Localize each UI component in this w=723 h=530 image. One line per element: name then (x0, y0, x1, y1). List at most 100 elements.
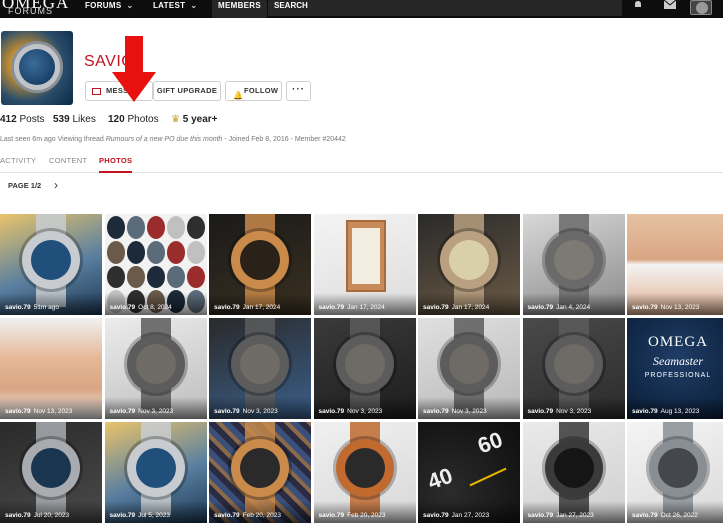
search-input[interactable]: SEARCH (268, 0, 622, 16)
photo-tile[interactable]: savio.79 Nov 3, 2023 (313, 318, 416, 419)
photo-tile[interactable]: savio.79 Jan 17, 2024 (209, 214, 311, 315)
photo-tile[interactable]: 60 40 savio.79 Jan 27, 2023 (418, 422, 520, 523)
photo-caption: savio.79 Nov 13, 2023 (632, 304, 699, 311)
follow-button[interactable]: 🔔 FOLLOW (225, 81, 282, 101)
follow-label: FOLLOW (244, 86, 279, 95)
mail-icon (92, 88, 101, 95)
nav-members[interactable]: MEMBERS (212, 0, 267, 18)
nav-forums[interactable]: FORUMS ⌄ (85, 0, 133, 18)
watermark-omega: OMEGA (648, 334, 708, 350)
photo-caption: savio.79 Jul 20, 2023 (5, 512, 69, 519)
photo-caption: savio.79 Nov 3, 2023 (110, 408, 174, 415)
photo-date: Jan 17, 2024 (347, 304, 385, 311)
photo-user[interactable]: savio.79 (110, 304, 136, 311)
photo-tile[interactable]: savio.79 Jan 4, 2024 (522, 214, 625, 315)
photo-user[interactable]: savio.79 (423, 408, 449, 415)
photo-caption: savio.79 Nov 3, 2023 (528, 408, 592, 415)
photo-user[interactable]: savio.79 (528, 512, 554, 519)
photo-date: Jan 27, 2023 (451, 512, 490, 519)
photo-user[interactable]: savio.79 (632, 408, 658, 415)
user-avatar[interactable] (690, 0, 712, 15)
photo-user[interactable]: savio.79 (528, 304, 554, 311)
tenure-stat: ♛ 5 year+ (171, 114, 218, 125)
photo-date: Nov 3, 2023 (451, 408, 487, 415)
photo-tile[interactable]: savio.79 Jan 17, 2024 (313, 214, 416, 315)
photo-tile[interactable]: savio.79 Nov 13, 2023 (627, 214, 723, 315)
photo-user[interactable]: savio.79 (110, 512, 136, 519)
photo-tile[interactable]: savio.79 Nov 3, 2023 (418, 318, 520, 419)
mail-icon[interactable] (664, 0, 676, 9)
nav-latest[interactable]: LATEST ⌄ (153, 0, 197, 18)
posts-count: 412 (0, 114, 17, 125)
photos-stat[interactable]: 120 Photos (108, 114, 159, 125)
likes-count: 539 (53, 114, 70, 125)
photo-user[interactable]: savio.79 (528, 408, 554, 415)
photo-tile[interactable]: savio.79 Feb 20, 2023 (209, 422, 311, 523)
photo-user[interactable]: savio.79 (319, 304, 345, 311)
photo-user[interactable]: savio.79 (5, 304, 31, 311)
annotation-arrow-icon (112, 36, 156, 102)
photo-user[interactable]: savio.79 (5, 512, 31, 519)
photo-date: Nov 13, 2023 (33, 408, 73, 415)
photo-user[interactable]: savio.79 (632, 512, 658, 519)
photo-tile[interactable]: savio.79 Feb 20, 2023 (313, 422, 416, 523)
photo-caption: savio.79 Jan 17, 2024 (214, 304, 280, 311)
photo-user[interactable]: savio.79 (319, 512, 345, 519)
photo-date: Oct 26, 2022 (660, 512, 698, 519)
photo-caption: savio.79 Aug 13, 2023 (632, 408, 699, 415)
photo-tile[interactable]: savio.79 Jan 27, 2023 (522, 422, 625, 523)
photo-user[interactable]: savio.79 (214, 304, 240, 311)
tab-photos[interactable]: PHOTOS (99, 155, 133, 173)
last-seen-thread-link[interactable]: Rumours of a new PO due this month (106, 136, 223, 143)
photo-date: Jul 5, 2023 (138, 512, 170, 519)
photo-user[interactable]: savio.79 (214, 408, 240, 415)
photos-label: Photos (127, 114, 159, 125)
tab-content[interactable]: CONTENT (49, 155, 87, 167)
photo-user[interactable]: savio.79 (110, 408, 136, 415)
photo-date: Nov 3, 2023 (556, 408, 592, 415)
trophy-icon: ♛ (171, 114, 180, 125)
photo-date: Feb 20, 2023 (347, 512, 386, 519)
photo-user[interactable]: savio.79 (5, 408, 31, 415)
photo-date: Nov 3, 2023 (138, 408, 174, 415)
tab-activity[interactable]: ACTIVITY (0, 155, 36, 167)
photo-tile[interactable]: savio.79 Nov 3, 2023 (522, 318, 625, 419)
photo-tile[interactable]: savio.79 Jul 20, 2023 (0, 422, 102, 523)
photo-caption: savio.79 Nov 13, 2023 (5, 408, 72, 415)
photo-caption: savio.79 Jan 17, 2024 (319, 304, 385, 311)
photo-tile[interactable]: savio.79 51m ago (0, 214, 102, 315)
photo-caption: savio.79 Feb 20, 2023 (319, 512, 386, 519)
bell-icon: 🔔 (233, 91, 244, 100)
likes-label: Likes (72, 114, 96, 125)
chevron-right-icon[interactable]: › (54, 178, 58, 192)
logo-subtext: FORUMS (8, 6, 53, 16)
photo-user[interactable]: savio.79 (319, 408, 345, 415)
photo-tile[interactable]: savio.79 Jul 5, 2023 (104, 422, 207, 523)
photo-caption: savio.79 Jan 4, 2024 (528, 304, 591, 311)
profile-avatar[interactable] (1, 31, 73, 105)
photo-tile[interactable]: savio.79 Nov 13, 2023 (0, 318, 102, 419)
photo-tile[interactable]: savio.79 Nov 3, 2023 (209, 318, 311, 419)
photo-tile[interactable]: OMEGA Seamaster PROFESSIONAL savio.79 Aug 13… (627, 318, 723, 419)
bell-icon[interactable] (633, 0, 643, 10)
posts-stat[interactable]: 412 Posts (0, 114, 44, 125)
photo-user[interactable]: savio.79 (423, 512, 449, 519)
more-options-button[interactable]: ··· (286, 81, 311, 101)
photo-tile[interactable]: savio.79 Oct 26, 2022 (627, 422, 723, 523)
photo-date: Jan 17, 2024 (451, 304, 490, 311)
photo-tile[interactable]: savio.79 Jan 17, 2024 (418, 214, 520, 315)
photo-caption: savio.79 Oct 8, 2024 (110, 304, 172, 311)
likes-stat[interactable]: 539 Likes (53, 114, 96, 125)
photo-caption: savio.79 Jan 17, 2024 (423, 304, 489, 311)
photo-date: Nov 13, 2023 (660, 304, 700, 311)
photo-tile[interactable]: savio.79 Oct 8, 2024 (104, 214, 207, 315)
site-logo[interactable]: OMEGA FORUMS (0, 0, 68, 17)
photo-date: Oct 8, 2024 (138, 304, 172, 311)
photo-user[interactable]: savio.79 (214, 512, 240, 519)
photo-caption: savio.79 Nov 3, 2023 (214, 408, 278, 415)
photo-tile[interactable]: savio.79 Nov 3, 2023 (104, 318, 207, 419)
photo-user[interactable]: savio.79 (632, 304, 658, 311)
photo-caption: savio.79 Nov 3, 2023 (319, 408, 383, 415)
photo-caption: savio.79 Nov 3, 2023 (423, 408, 487, 415)
photo-user[interactable]: savio.79 (423, 304, 449, 311)
